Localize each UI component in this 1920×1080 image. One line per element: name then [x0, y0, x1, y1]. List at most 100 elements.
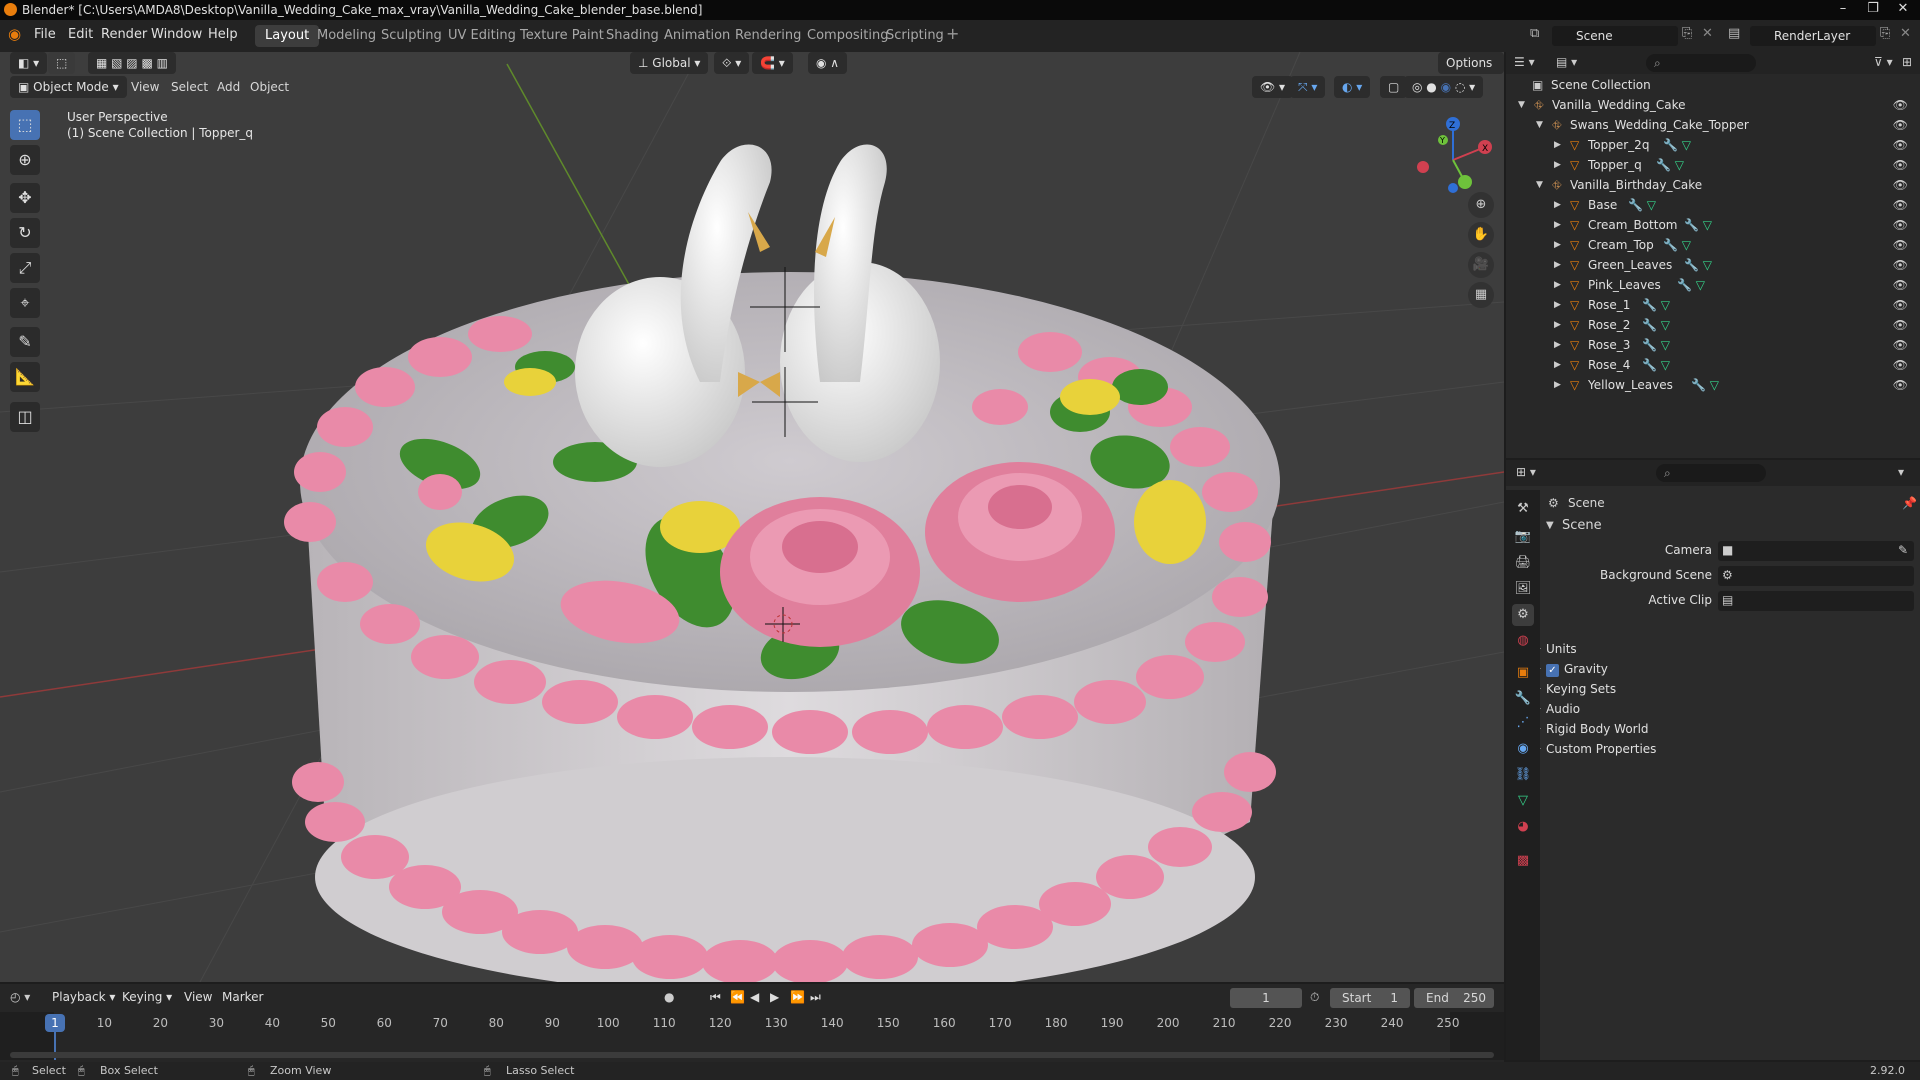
display-mode-icon[interactable]: ▤ ▾	[1556, 55, 1577, 69]
expand-right-icon[interactable]: ▶	[1554, 315, 1561, 335]
menu-add[interactable]: Add	[217, 80, 240, 94]
visibility-eye-icon[interactable]: 👁	[1893, 255, 1908, 275]
start-frame-field[interactable]: Start 1	[1330, 988, 1410, 1008]
expand-down-icon[interactable]: ▼	[1536, 115, 1543, 135]
modifier-mesh-icons[interactable]: 🔧 ▽	[1677, 275, 1705, 295]
outliner-row[interactable]: ▶ ▽ Rose_1 🔧 ▽ 👁	[1506, 295, 1920, 315]
modifier-tab-icon[interactable]: 🔧	[1512, 688, 1534, 710]
properties-options-icon[interactable]: ▾	[1898, 465, 1904, 479]
outliner-row-scene-collection[interactable]: ▣ Scene Collection	[1506, 75, 1920, 95]
texture-tab-icon[interactable]: ▩	[1512, 850, 1534, 872]
gravity-checkbox[interactable]: ✓	[1546, 664, 1559, 677]
menu-object[interactable]: Object	[250, 80, 289, 94]
timeline-editor-icon[interactable]: ◴ ▾	[10, 990, 30, 1004]
outliner-editor-icon[interactable]: ☰ ▾	[1514, 55, 1535, 69]
visibility-eye-icon[interactable]: 👁	[1893, 235, 1908, 255]
visibility-eye-icon[interactable]: 👁	[1893, 115, 1908, 135]
expand-right-icon[interactable]: ▶	[1554, 335, 1561, 355]
expand-down-icon[interactable]: ▼	[1518, 95, 1525, 115]
outliner-row[interactable]: ▶ ▽ Topper_q 🔧 ▽ 👁	[1506, 155, 1920, 175]
rotate-tool-icon[interactable]: ↻	[10, 218, 40, 248]
transform-tool-icon[interactable]: ⌖	[10, 288, 40, 318]
menu-select[interactable]: Select	[171, 80, 208, 94]
panel-units[interactable]: ▶Units	[1534, 642, 1914, 662]
new-view-layer-icon[interactable]: ⎘	[1880, 26, 1890, 41]
visibility-eye-icon[interactable]: 👁	[1893, 315, 1908, 335]
view-layer-tab-icon[interactable]: 🖼	[1512, 578, 1534, 600]
outliner-row[interactable]: ▶ ▽ Cream_Top 🔧 ▽ 👁	[1506, 235, 1920, 255]
current-frame-field[interactable]: 1	[1230, 988, 1302, 1008]
panel-expand-icon[interactable]: ▼	[1546, 520, 1554, 531]
menu-edit[interactable]: Edit	[68, 27, 93, 42]
menu-keying[interactable]: Keying ▾	[122, 990, 172, 1004]
menu-window[interactable]: Window	[151, 27, 202, 42]
visibility-eye-icon[interactable]: 👁	[1893, 135, 1908, 155]
outliner-row[interactable]: ▶ ▽ Rose_4 🔧 ▽ 👁	[1506, 355, 1920, 375]
menu-marker[interactable]: Marker	[222, 990, 263, 1004]
modifier-mesh-icons[interactable]: 🔧 ▽	[1684, 255, 1712, 275]
menu-render[interactable]: Render	[101, 27, 147, 42]
modifier-mesh-icons[interactable]: 🔧 ▽	[1663, 135, 1691, 155]
menu-timeline-view[interactable]: View	[184, 990, 212, 1004]
play-icon[interactable]: ▶	[770, 990, 779, 1004]
expand-down-icon[interactable]: ▼	[1536, 175, 1543, 195]
panel-custom-properties[interactable]: ▶Custom Properties	[1534, 742, 1914, 762]
outliner-row[interactable]: ▶ ▽ Rose_3 🔧 ▽ 👁	[1506, 335, 1920, 355]
object-tab-icon[interactable]: ▣	[1512, 662, 1534, 684]
shading-mode-buttons[interactable]: ◎ ● ◉ ◌ ▾	[1404, 76, 1484, 98]
mode-dropdown[interactable]: ▣ Object Mode ▾	[10, 76, 127, 98]
pin-icon[interactable]: 📌	[1902, 496, 1917, 510]
physics-tab-icon[interactable]: ◉	[1512, 738, 1534, 760]
menu-file[interactable]: File	[34, 27, 56, 42]
zoom-icon[interactable]: ⊕	[1468, 192, 1494, 218]
visibility-eye-icon[interactable]: 👁	[1893, 215, 1908, 235]
outliner-row[interactable]: ▶ ▽ Green_Leaves 🔧 ▽ 👁	[1506, 255, 1920, 275]
delete-scene-icon[interactable]: ✕	[1702, 26, 1713, 41]
panel-gravity[interactable]: ▶✓Gravity	[1534, 662, 1914, 682]
modifier-mesh-icons[interactable]: 🔧 ▽	[1642, 355, 1670, 375]
output-tab-icon[interactable]: 🖨	[1512, 552, 1534, 574]
modifier-mesh-icons[interactable]: 🔧 ▽	[1642, 295, 1670, 315]
view-layer-icon[interactable]: ▤	[1728, 26, 1740, 41]
visibility-eye-icon[interactable]: 👁	[1893, 155, 1908, 175]
add-workspace-icon[interactable]: +	[946, 24, 959, 43]
expand-right-icon[interactable]: ▶	[1554, 215, 1561, 235]
snap-button[interactable]: 🧲 ▾	[752, 52, 793, 74]
overlays-button[interactable]: ◐ ▾	[1334, 76, 1371, 98]
mesh-data-tab-icon[interactable]: ▽	[1512, 790, 1534, 812]
3d-viewport[interactable]: ◧ ▾ ⬚ ▦ ▧ ▨ ▩ ▥ ⊥ Global ▾ ⟐ ▾ 🧲 ▾ ◉ ∧ O…	[0, 52, 1504, 982]
jump-end-icon[interactable]: ⏭	[810, 990, 821, 1005]
outliner-row[interactable]: ▼ ⛗ Vanilla_Wedding_Cake 👁	[1506, 95, 1920, 115]
menu-help[interactable]: Help	[208, 27, 238, 42]
expand-right-icon[interactable]: ▶	[1554, 355, 1561, 375]
expand-right-icon[interactable]: ▶	[1554, 255, 1561, 275]
render-tab-icon[interactable]: 📷	[1512, 526, 1534, 548]
outliner-row[interactable]: ▶ ▽ Topper_2q 🔧 ▽ 👁	[1506, 135, 1920, 155]
visibility-eye-icon[interactable]: 👁	[1893, 275, 1908, 295]
modifier-mesh-icons[interactable]: 🔧 ▽	[1684, 215, 1712, 235]
pan-hand-icon[interactable]: ✋	[1468, 222, 1494, 248]
modifier-mesh-icons[interactable]: 🔧 ▽	[1628, 195, 1656, 215]
cursor-tool-icon[interactable]: ⊕	[10, 145, 40, 175]
visibility-eye-icon[interactable]: 👁	[1893, 295, 1908, 315]
expand-right-icon[interactable]: ▶	[1554, 195, 1561, 215]
particles-tab-icon[interactable]: ⋰	[1512, 712, 1534, 734]
new-scene-icon[interactable]: ⎘	[1682, 26, 1692, 41]
properties-search-input[interactable]: ⌕	[1656, 464, 1766, 482]
eyedropper-icon[interactable]: ✎	[1898, 543, 1908, 557]
outliner-row[interactable]: ▶ ▽ Pink_Leaves 🔧 ▽ 👁	[1506, 275, 1920, 295]
transform-orientation-dropdown[interactable]: ⊥ Global ▾	[630, 52, 709, 74]
preview-range-icon[interactable]: ⏱	[1310, 990, 1319, 1005]
material-tab-icon[interactable]: ◕	[1512, 816, 1534, 838]
active-clip-field[interactable]: ▤	[1718, 591, 1914, 611]
visibility-button[interactable]: 👁 ▾	[1252, 76, 1294, 98]
select-box-tool-icon[interactable]: ⬚	[10, 110, 40, 140]
scale-tool-icon[interactable]: ⤢	[10, 253, 40, 283]
visibility-eye-icon[interactable]: 👁	[1893, 195, 1908, 215]
playhead[interactable]: 1	[45, 1014, 65, 1032]
select-tool-button[interactable]: ⬚	[48, 52, 76, 74]
modifier-mesh-icons[interactable]: 🔧 ▽	[1642, 335, 1670, 355]
properties-editor-icon[interactable]: ⊞ ▾	[1516, 465, 1536, 479]
outliner-row[interactable]: ▼ ⛗ Vanilla_Birthday_Cake 👁	[1506, 175, 1920, 195]
editor-type-button[interactable]: ◧ ▾	[10, 52, 48, 74]
